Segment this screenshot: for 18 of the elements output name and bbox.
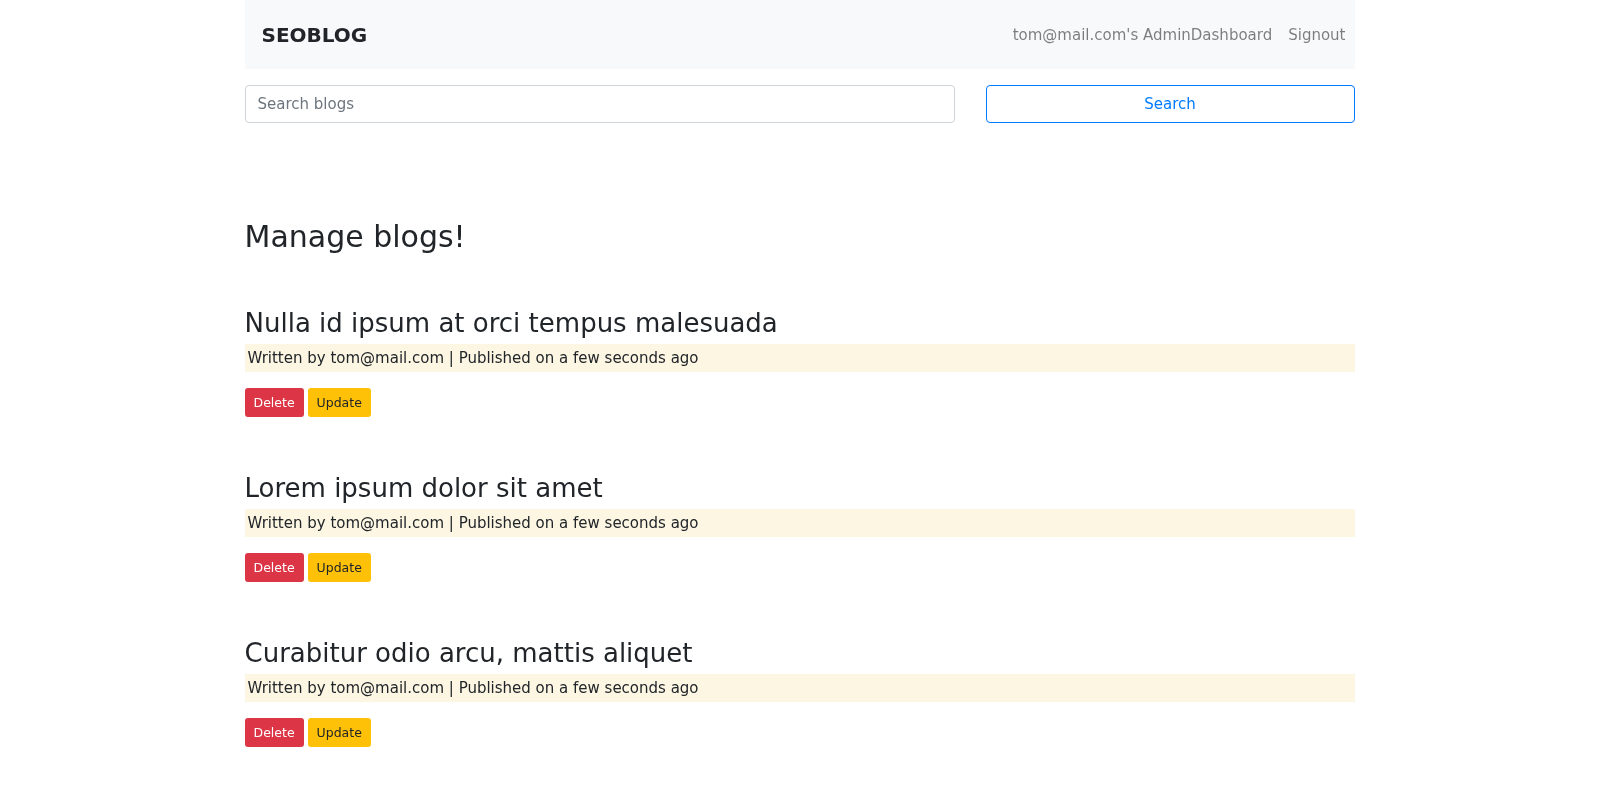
blog-title: Lorem ipsum dolor sit amet (244, 473, 604, 503)
blog-meta: Written by tom@mail.com | Published on a few seconds ago (244, 674, 1355, 702)
search-button[interactable]: Search (985, 85, 1355, 123)
update-button[interactable]: Update (307, 718, 371, 747)
update-button[interactable]: Update (307, 388, 371, 417)
nav-link[interactable]: Signout (1288, 25, 1346, 44)
brand-link[interactable]: SEOBLOG (261, 22, 368, 47)
update-button[interactable]: Update (307, 553, 371, 582)
blog-title: Curabitur odio arcu, mattis aliquet (244, 638, 694, 668)
search-field[interactable]: Search blogs (244, 85, 955, 123)
delete-button[interactable]: Delete (244, 718, 304, 747)
page-heading: Manage blogs! (244, 219, 467, 254)
delete-button[interactable]: Delete (244, 388, 304, 417)
blog-meta: Written by tom@mail.com | Published on a few seconds ago (244, 344, 1355, 372)
delete-button[interactable]: Delete (244, 553, 304, 582)
blog-title: Nulla id ipsum at orci tempus malesuada (244, 308, 779, 338)
nav-link[interactable]: tom@mail.com's AdminDashboard (1012, 25, 1273, 44)
blog-meta: Written by tom@mail.com | Published on a few seconds ago (244, 509, 1355, 537)
